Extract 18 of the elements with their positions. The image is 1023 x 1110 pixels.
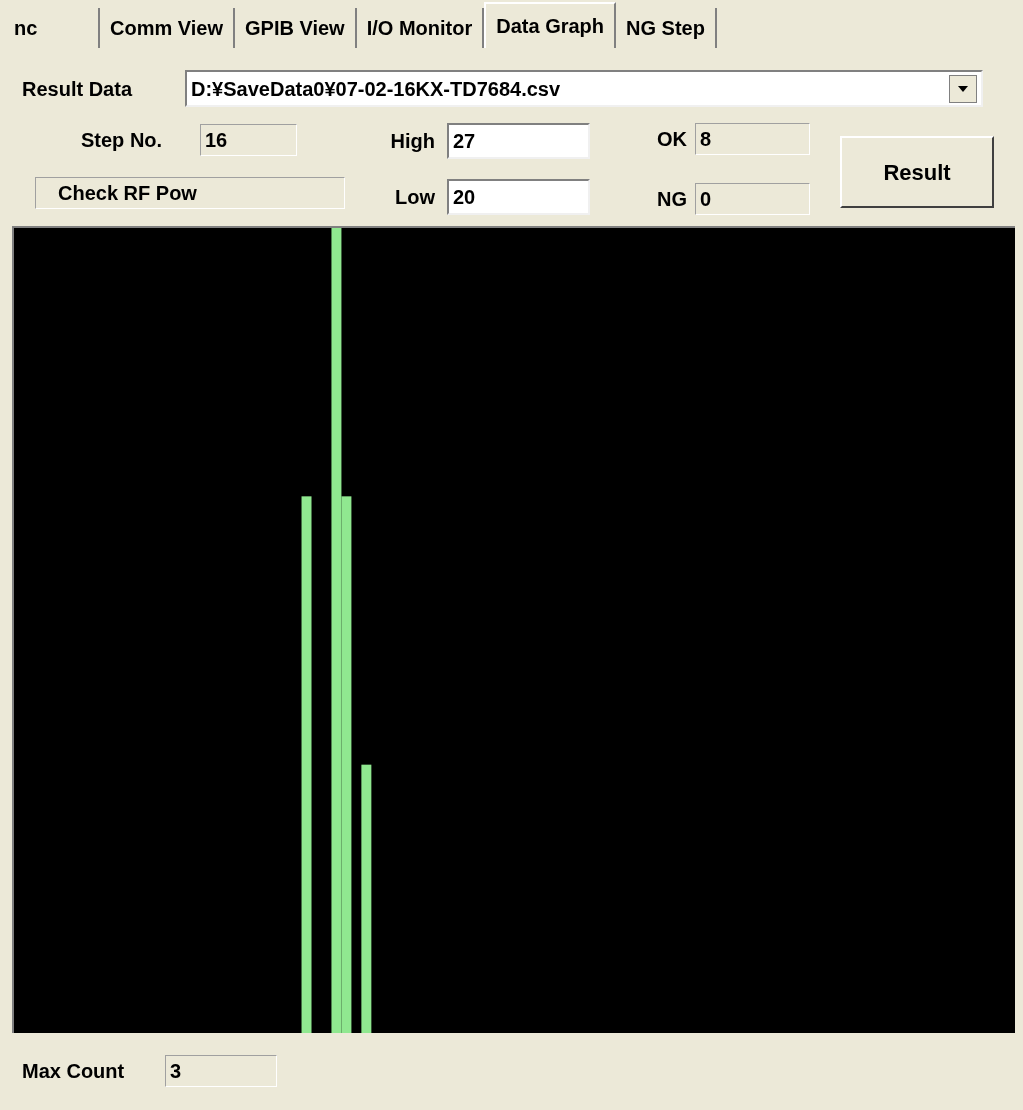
field-label: Result Data xyxy=(22,76,134,102)
field-label: Step No. xyxy=(81,128,164,153)
field-label: OK xyxy=(656,127,688,152)
dropdown-value: D:¥SaveData0¥07-02-16KX-TD7684.csv xyxy=(191,76,561,102)
field-label: High xyxy=(389,129,436,154)
field-label: Max Count xyxy=(22,1059,126,1084)
tab[interactable]: Comm View xyxy=(100,8,235,48)
text-field[interactable]: 20 xyxy=(447,179,590,215)
result-button[interactable]: Result xyxy=(840,136,994,208)
file-dropdown[interactable]: D:¥SaveData0¥07-02-16KX-TD7684.csv xyxy=(185,70,983,107)
tab[interactable]: nc xyxy=(0,8,100,48)
tab[interactable]: NG Step xyxy=(616,8,717,48)
tab[interactable]: Data Graph xyxy=(484,2,617,48)
text-field[interactable]: 27 xyxy=(447,123,590,159)
field-label: Low xyxy=(394,185,436,210)
caret-icon[interactable] xyxy=(949,74,977,103)
field-label: NG xyxy=(656,187,688,212)
tab[interactable]: GPIB View xyxy=(235,8,357,48)
